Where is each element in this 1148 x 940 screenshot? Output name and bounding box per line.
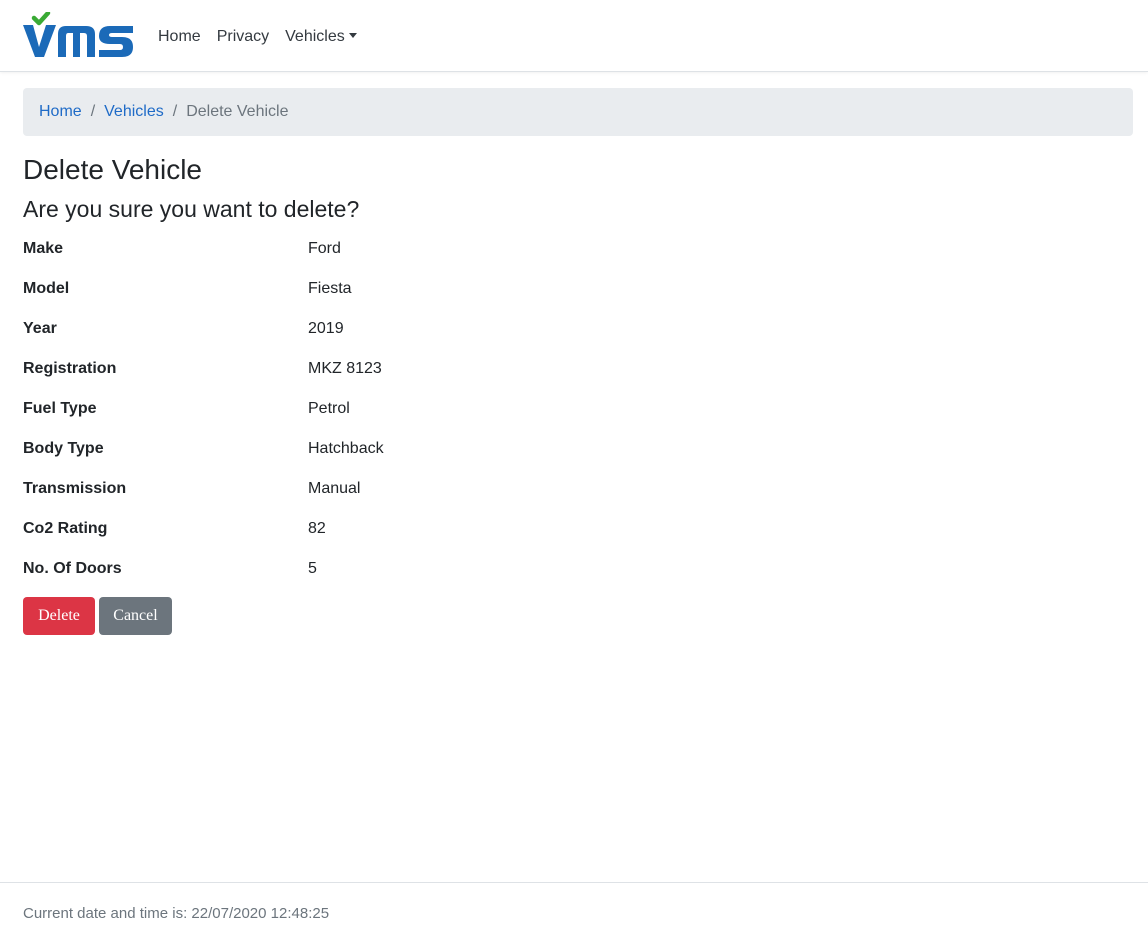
page-footer: Current date and time is: 22/07/2020 12:… (0, 882, 1148, 940)
detail-row-body-type: Body Type Hatchback (23, 436, 723, 476)
breadcrumb-separator: / (172, 103, 178, 120)
breadcrumb: Home / Vehicles / Delete Vehicle (23, 88, 1133, 136)
detail-label: Make (23, 240, 64, 257)
vms-logo[interactable] (22, 12, 134, 60)
breadcrumb-current: Delete Vehicle (186, 103, 289, 120)
detail-row-model: Model Fiesta (23, 276, 723, 316)
caret-down-icon (348, 33, 357, 38)
detail-value: MKZ 8123 (308, 360, 382, 377)
detail-value: Ford (308, 240, 341, 257)
detail-value: 5 (308, 560, 317, 577)
detail-value: Petrol (308, 400, 350, 417)
nav-privacy-link[interactable]: Privacy (209, 28, 277, 46)
detail-row-co2-rating: Co2 Rating 82 (23, 516, 723, 556)
detail-label: Fuel Type (23, 400, 97, 417)
detail-row-fuel-type: Fuel Type Petrol (23, 396, 723, 436)
detail-row-transmission: Transmission Manual (23, 476, 723, 516)
detail-value: 82 (308, 520, 326, 537)
breadcrumb-separator: / (90, 103, 96, 120)
detail-row-registration: Registration MKZ 8123 (23, 356, 723, 396)
top-navbar: Home Privacy Vehicles (0, 0, 1148, 72)
detail-row-doors: No. Of Doors 5 (23, 556, 723, 596)
nav-vehicles-label: Vehicles (285, 28, 345, 45)
delete-button[interactable]: Delete (23, 597, 95, 635)
breadcrumb-vehicles-link[interactable]: Vehicles (104, 103, 164, 121)
nav-vehicles-dropdown[interactable]: Vehicles (277, 28, 365, 46)
nav-home-link[interactable]: Home (150, 28, 209, 46)
detail-label: Registration (23, 360, 117, 377)
detail-label: Model (23, 280, 70, 297)
detail-value: 2019 (308, 320, 344, 337)
detail-label: No. Of Doors (23, 560, 122, 577)
detail-label: Body Type (23, 440, 104, 457)
detail-label: Transmission (23, 480, 127, 497)
page-title: Delete Vehicle (23, 154, 203, 185)
detail-label: Year (23, 320, 57, 337)
footer-datetime-text: Current date and time is: 22/07/2020 12:… (23, 905, 330, 922)
detail-value: Hatchback (308, 440, 384, 457)
detail-row-make: Make Ford (23, 236, 723, 276)
delete-confirmation-question: Are you sure you want to delete? (23, 196, 360, 222)
detail-label: Co2 Rating (23, 520, 108, 537)
breadcrumb-home-link[interactable]: Home (39, 103, 82, 121)
detail-row-year: Year 2019 (23, 316, 723, 356)
detail-value: Manual (308, 480, 361, 497)
cancel-button[interactable]: Cancel (99, 597, 172, 635)
vehicle-details-list: Make Ford Model Fiesta Year 2019 Registr… (23, 236, 723, 596)
detail-value: Fiesta (308, 280, 352, 297)
